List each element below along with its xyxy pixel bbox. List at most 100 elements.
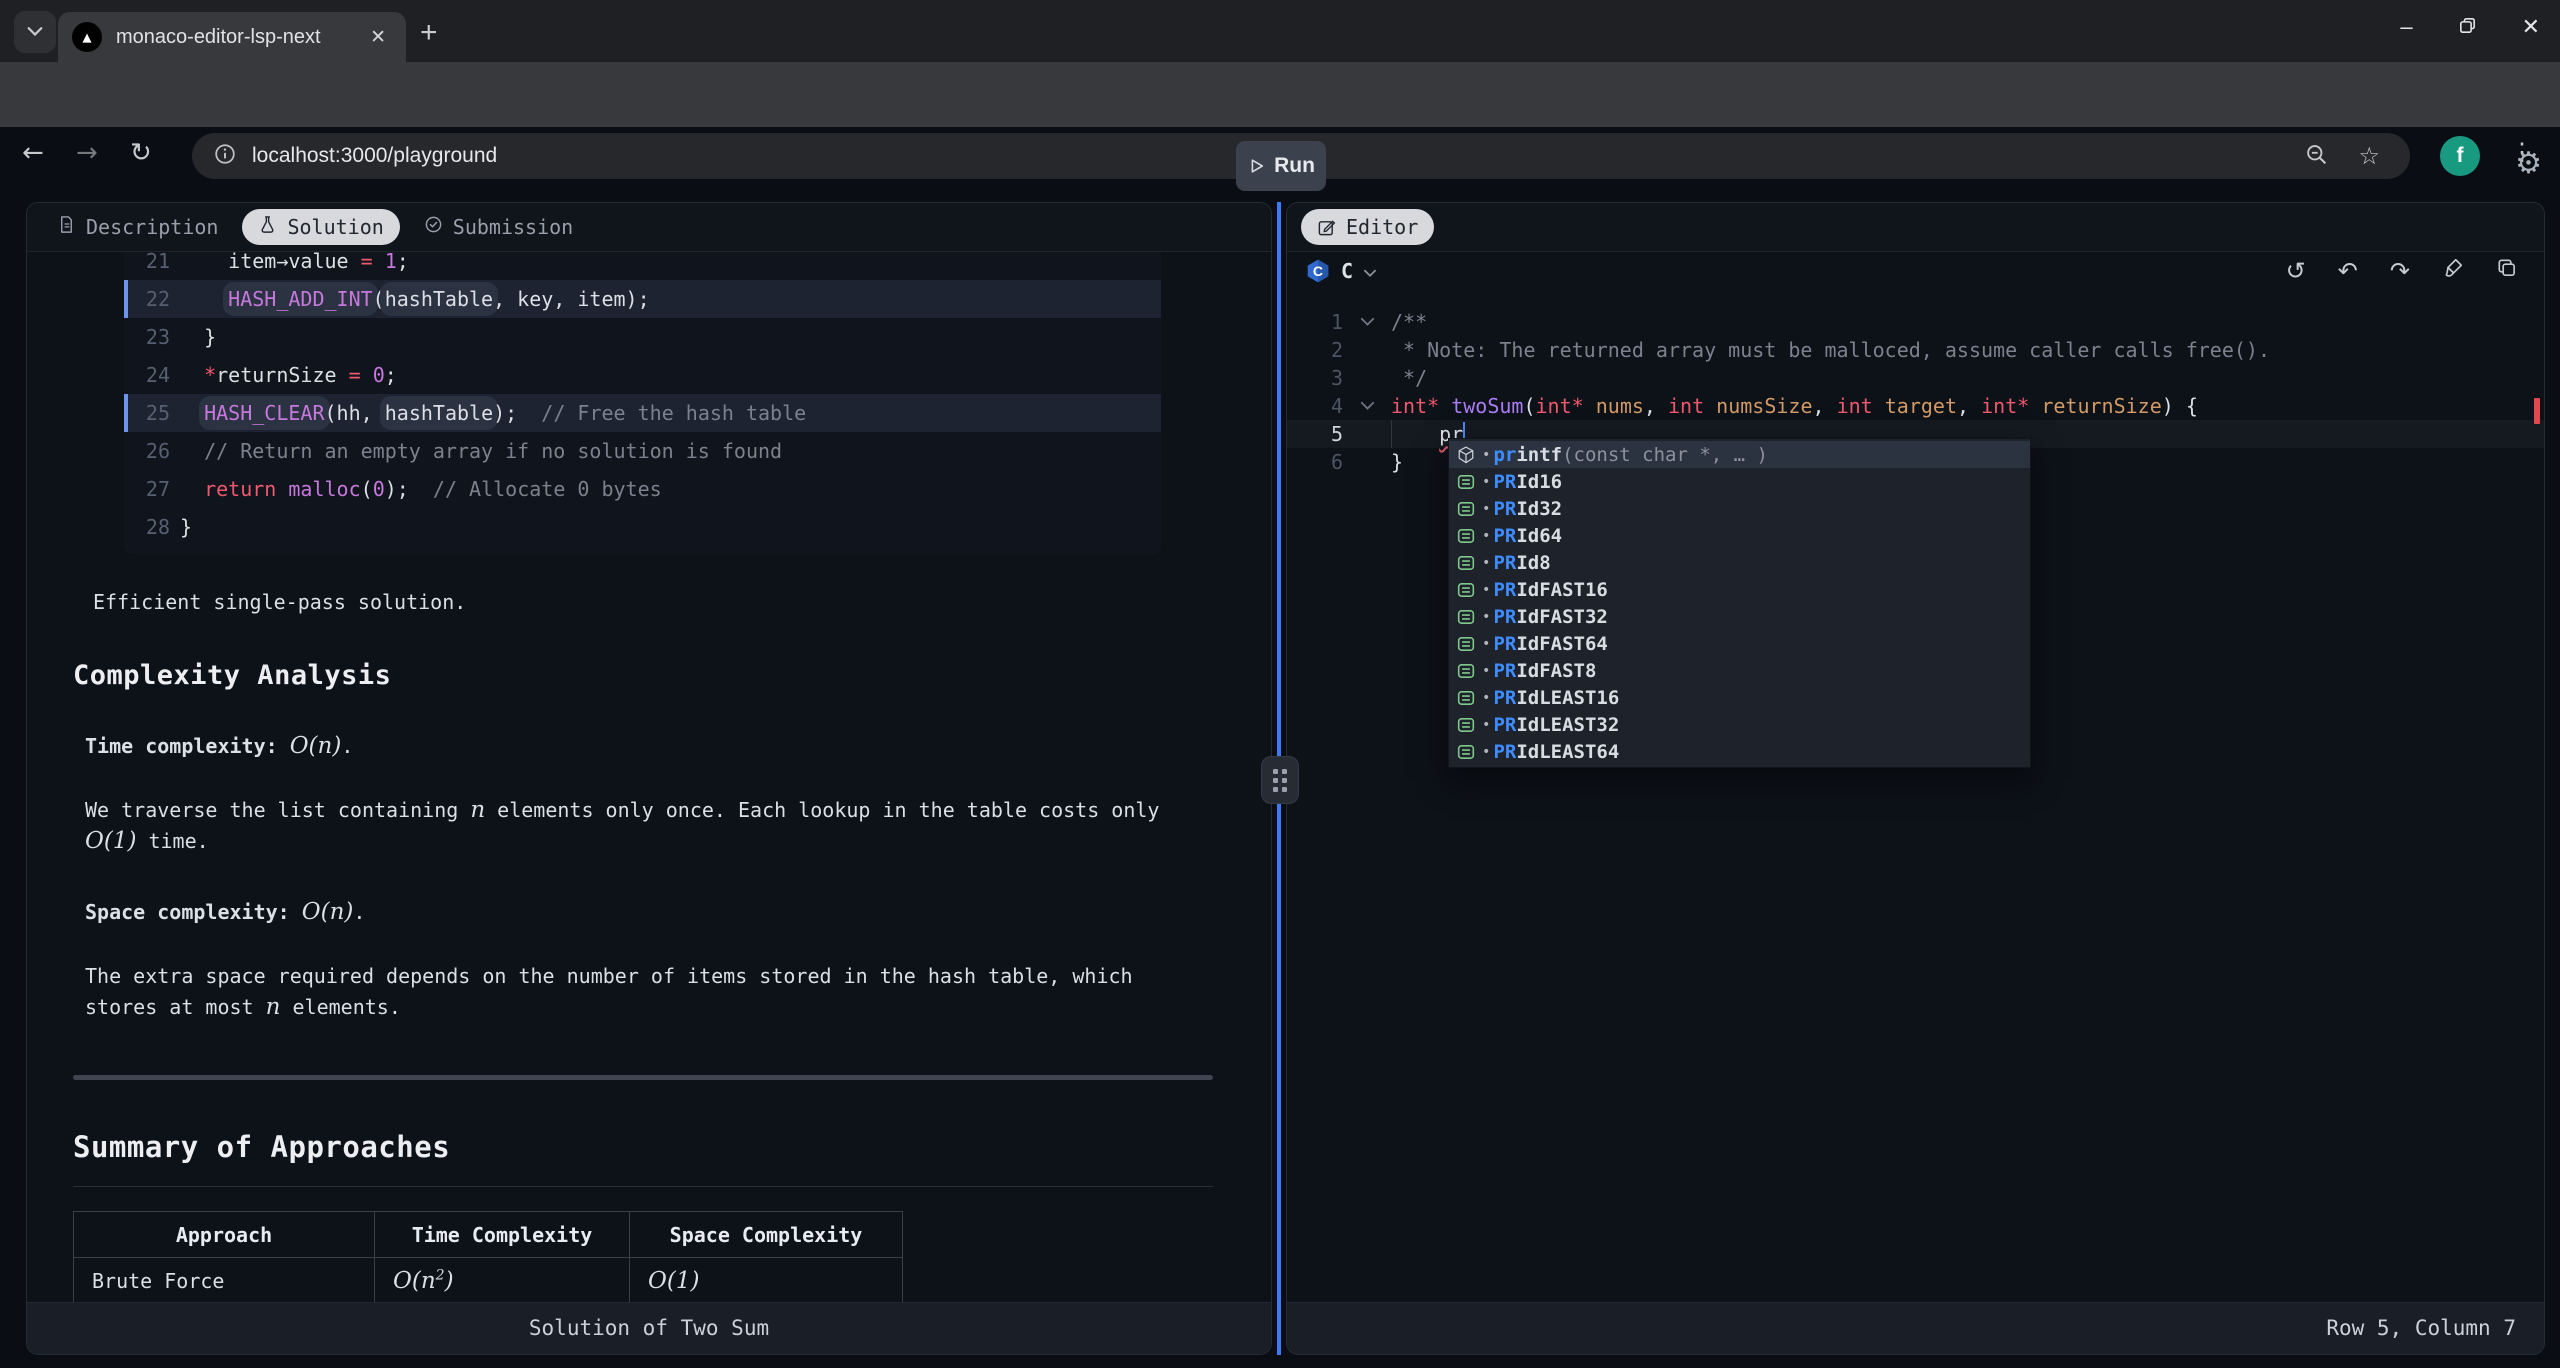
- chevron-down-icon: [27, 27, 43, 37]
- browser-tab[interactable]: ▲ monaco-editor-lsp-next ✕: [58, 12, 406, 62]
- undo-icon[interactable]: ↶: [2338, 257, 2358, 285]
- code-line: 23 }: [124, 318, 1161, 356]
- tab-editor[interactable]: Editor: [1301, 209, 1434, 245]
- summary-table: ApproachTime ComplexitySpace ComplexityB…: [73, 1211, 903, 1305]
- tab-label: Solution: [287, 215, 383, 239]
- line-number: 6: [1287, 448, 1343, 476]
- line-number: 22: [124, 280, 170, 318]
- horizontal-rule: [73, 1075, 1213, 1080]
- pencil-square-icon: [1317, 218, 1336, 237]
- suggest-item[interactable]: •PRIdLEAST32: [1449, 711, 2030, 738]
- paragraph: Space complexity: O(n).: [85, 899, 1271, 925]
- format-brush-icon[interactable]: [2442, 257, 2464, 285]
- back-button[interactable]: ←: [22, 138, 44, 168]
- suggest-item[interactable]: •PRIdLEAST16: [1449, 684, 2030, 711]
- editor-line[interactable]: 1/**: [1287, 308, 2544, 336]
- play-icon: [1247, 157, 1265, 175]
- suggest-item[interactable]: •PRIdFAST64: [1449, 630, 2030, 657]
- symbol-text-icon: [1457, 500, 1475, 518]
- editor-toolbar: ↺ ↶ ↷: [2286, 257, 2544, 285]
- bookmark-star-icon[interactable]: ☆: [2358, 142, 2380, 170]
- symbol-text-icon: [1457, 608, 1475, 626]
- site-info-icon[interactable]: [214, 143, 236, 169]
- browser-tabstrip: ▲ monaco-editor-lsp-next ✕ + – ✕: [0, 0, 2560, 62]
- tab-label: Submission: [453, 215, 573, 239]
- line-number: 24: [124, 356, 170, 394]
- divider-drag-handle[interactable]: [1261, 756, 1299, 804]
- grip-dots-icon: [1273, 769, 1287, 792]
- code-editor[interactable]: 1/**2 * Note: The returned array must be…: [1287, 290, 2544, 1305]
- suggest-item[interactable]: •PRIdFAST16: [1449, 576, 2030, 603]
- table-cell: Brute Force: [74, 1258, 375, 1304]
- language-selector[interactable]: C: [1341, 259, 1353, 283]
- left-panel-tabbar: Description Solution Submission: [27, 203, 1271, 252]
- table-cell: O(1): [630, 1258, 903, 1304]
- browser-toolbar: ← → ↻ localhost:3000/playground ☆ f ⋮: [0, 62, 2560, 127]
- symbol-text-icon: [1457, 743, 1475, 761]
- redo-icon[interactable]: ↷: [2390, 257, 2410, 285]
- paragraph: Efficient single-pass solution.: [93, 590, 1271, 614]
- line-number: 21: [124, 252, 170, 280]
- tab-solution[interactable]: Solution: [242, 209, 399, 245]
- line-number: 25: [124, 394, 170, 432]
- editor-panel-header: Editor: [1287, 203, 2544, 252]
- symbol-text-icon: [1457, 662, 1475, 680]
- copy-icon[interactable]: [2496, 257, 2518, 285]
- settings-gear-icon[interactable]: ⚙: [2515, 146, 2542, 181]
- minimize-button[interactable]: –: [2400, 14, 2412, 40]
- paragraph: Time complexity: O(n).: [85, 733, 1271, 759]
- code-line: 22 HASH_ADD_INT(hashTable, key, item);: [124, 280, 1161, 318]
- suggest-item[interactable]: •printf(const char *, … ): [1449, 441, 2030, 468]
- svg-text:C: C: [1313, 263, 1323, 279]
- suggest-item[interactable]: •PRId32: [1449, 495, 2030, 522]
- restore-button[interactable]: [2459, 14, 2476, 40]
- reset-icon[interactable]: ↺: [2286, 257, 2306, 285]
- tab-close-icon[interactable]: ✕: [364, 24, 392, 51]
- forward-button[interactable]: →: [76, 138, 98, 168]
- editor-line[interactable]: 2 * Note: The returned array must be mal…: [1287, 336, 2544, 364]
- symbol-function-icon: [1457, 446, 1475, 464]
- table-row: Brute ForceO(n2)O(1): [74, 1258, 903, 1304]
- line-number: 4: [1287, 392, 1343, 420]
- run-button[interactable]: Run: [1236, 141, 1326, 191]
- symbol-text-icon: [1457, 689, 1475, 707]
- description-icon: [57, 215, 76, 239]
- line-number: 26: [124, 432, 170, 470]
- fold-spacer: [1343, 364, 1391, 392]
- solution-panel: Description Solution Submission 21 item→va…: [26, 202, 1272, 1355]
- window-controls: – ✕: [2400, 14, 2540, 40]
- suggest-item[interactable]: •PRIdFAST32: [1449, 603, 2030, 630]
- editor-tab-label: Editor: [1346, 215, 1418, 239]
- solution-footer: Solution of Two Sum: [27, 1302, 1271, 1354]
- symbol-text-icon: [1457, 716, 1475, 734]
- profile-avatar[interactable]: f: [2440, 136, 2480, 176]
- new-tab-button[interactable]: +: [420, 18, 438, 48]
- fold-chevron-icon[interactable]: [1343, 392, 1391, 420]
- suggest-item[interactable]: •PRIdLEAST64: [1449, 738, 2030, 765]
- editor-language-row: C C ↺ ↶ ↷: [1287, 252, 2544, 290]
- editor-line[interactable]: 3 */: [1287, 364, 2544, 392]
- suggest-item[interactable]: •PRId16: [1449, 468, 2030, 495]
- editor-line[interactable]: 4int* twoSum(int* nums, int numsSize, in…: [1287, 392, 2544, 420]
- tab-submission[interactable]: Submission: [408, 209, 589, 245]
- chevron-down-icon[interactable]: [1363, 263, 1377, 282]
- solution-code-block: 21 item→value = 1;22 HASH_ADD_INT(hashTa…: [124, 252, 1161, 554]
- table-header: Space Complexity: [630, 1212, 903, 1258]
- code-line: 28}: [124, 508, 1161, 546]
- suggest-item[interactable]: •PRIdFAST8: [1449, 657, 2030, 684]
- close-button[interactable]: ✕: [2522, 14, 2540, 40]
- tab-description[interactable]: Description: [41, 209, 234, 245]
- fold-chevron-icon[interactable]: [1343, 308, 1391, 336]
- reload-button[interactable]: ↻: [130, 138, 152, 168]
- suggest-item[interactable]: •PRId8: [1449, 549, 2030, 576]
- code-line: 25 HASH_CLEAR(hh, hashTable); // Free th…: [124, 394, 1161, 432]
- symbol-text-icon: [1457, 554, 1475, 572]
- suggest-item[interactable]: •PRId64: [1449, 522, 2030, 549]
- paragraph: We traverse the list containing n elemen…: [85, 795, 1201, 857]
- tab-search-button[interactable]: [14, 11, 56, 53]
- table-header: Approach: [74, 1212, 375, 1258]
- zoom-out-icon[interactable]: [2305, 143, 2328, 170]
- solution-content: 21 item→value = 1;22 HASH_ADD_INT(hashTa…: [27, 252, 1271, 1305]
- line-number: 23: [124, 318, 170, 356]
- fold-spacer: [1343, 448, 1391, 476]
